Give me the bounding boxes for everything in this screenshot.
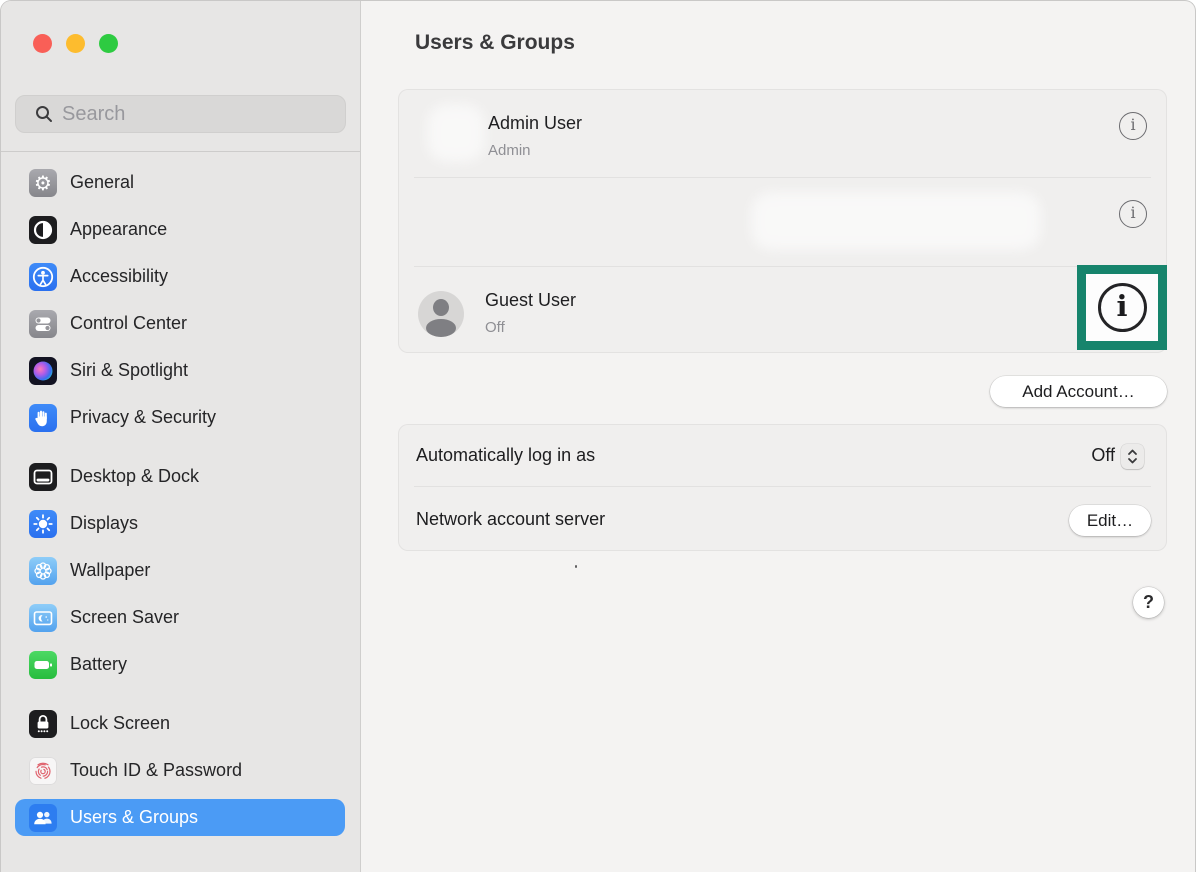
sidebar-divider: [1, 151, 360, 152]
sidebar-item-label: Desktop & Dock: [70, 466, 199, 487]
sidebar-item-general[interactable]: ⚙ General: [15, 164, 345, 201]
siri-orb-icon: [29, 357, 57, 385]
lock-icon: [29, 710, 57, 738]
sidebar: ⚙ General Appearance: [1, 1, 361, 872]
user-role: Admin: [488, 142, 531, 159]
avatar-head: [433, 299, 449, 316]
sidebar-item-label: Screen Saver: [70, 607, 179, 628]
redacted-content: [751, 192, 1041, 250]
two-users-icon: [29, 804, 57, 832]
user-name: Guest User: [485, 290, 576, 311]
help-button[interactable]: ?: [1133, 587, 1164, 618]
row-divider: [414, 486, 1151, 487]
sidebar-item-label: Touch ID & Password: [70, 760, 242, 781]
sidebar-item-displays[interactable]: Displays: [15, 505, 345, 542]
sidebar-item-label: General: [70, 172, 134, 193]
sidebar-item-appearance[interactable]: Appearance: [15, 211, 345, 248]
sidebar-item-wallpaper[interactable]: Wallpaper: [15, 552, 345, 589]
auto-login-stepper[interactable]: [1121, 444, 1144, 469]
system-settings-window: ⚙ General Appearance: [0, 0, 1196, 872]
sidebar-item-label: Control Center: [70, 313, 187, 334]
setting-label: Automatically log in as: [416, 445, 595, 466]
annotation-highlight-box: i: [1077, 265, 1167, 350]
login-settings-card: Automatically log in as Off Network acco…: [398, 424, 1167, 551]
appearance-icon: [29, 216, 57, 244]
hand-icon: [29, 404, 57, 432]
minimize-button[interactable]: [66, 34, 85, 53]
search-input[interactable]: [62, 103, 335, 126]
info-icon: i: [1130, 205, 1135, 221]
close-button[interactable]: [33, 34, 52, 53]
sidebar-item-screen-saver[interactable]: Screen Saver: [15, 599, 345, 636]
window-controls: [33, 34, 118, 53]
info-icon: i: [1116, 289, 1127, 323]
sidebar-item-privacy-security[interactable]: Privacy & Security: [15, 399, 345, 436]
sidebar-item-label: Battery: [70, 654, 127, 675]
setting-label: Network account server: [416, 509, 605, 530]
search-icon: [34, 104, 54, 124]
avatar-shoulders: [426, 319, 456, 337]
sidebar-item-battery[interactable]: Battery: [15, 646, 345, 683]
sidebar-item-label: Siri & Spotlight: [70, 360, 188, 381]
toggles-icon: [29, 310, 57, 338]
sidebar-item-label: Users & Groups: [70, 807, 198, 828]
chevron-up-down-icon: [1126, 448, 1139, 465]
info-icon: i: [1130, 117, 1135, 133]
auto-login-value: Off: [1091, 445, 1115, 466]
user-name: Admin User: [488, 113, 582, 134]
fingerprint-icon: [29, 757, 57, 785]
sun-icon: [29, 510, 57, 538]
sidebar-item-label: Appearance: [70, 219, 167, 240]
sidebar-item-label: Privacy & Security: [70, 407, 216, 428]
gear-icon: ⚙: [29, 169, 57, 197]
page-title: Users & Groups: [415, 31, 575, 55]
flower-icon: [29, 557, 57, 585]
sidebar-item-desktop-dock[interactable]: Desktop & Dock: [15, 458, 345, 495]
stray-dot: [575, 565, 577, 568]
add-account-button[interactable]: Add Account…: [990, 376, 1167, 407]
sidebar-item-label: Wallpaper: [70, 560, 150, 581]
guest-avatar: [418, 291, 464, 337]
info-button-admin[interactable]: i: [1119, 112, 1147, 140]
sidebar-item-siri-spotlight[interactable]: Siri & Spotlight: [15, 352, 345, 389]
sidebar-item-lock-screen[interactable]: Lock Screen: [15, 705, 345, 742]
info-button-redacted-user[interactable]: i: [1119, 200, 1147, 228]
accessibility-icon: [29, 263, 57, 291]
row-divider: [414, 177, 1151, 178]
sidebar-nav: ⚙ General Appearance: [1, 164, 360, 846]
sidebar-item-control-center[interactable]: Control Center: [15, 305, 345, 342]
sidebar-item-label: Lock Screen: [70, 713, 170, 734]
sidebar-item-label: Displays: [70, 513, 138, 534]
battery-icon: [29, 651, 57, 679]
screensaver-icon: [29, 604, 57, 632]
zoom-button[interactable]: [99, 34, 118, 53]
search-field[interactable]: [15, 95, 346, 133]
sidebar-item-users-groups[interactable]: Users & Groups: [15, 799, 345, 836]
edit-button[interactable]: Edit…: [1069, 505, 1151, 536]
question-mark-icon: ?: [1143, 592, 1154, 613]
redacted-avatar: [427, 104, 485, 162]
main-panel: Users & Groups Admin User Admin i i: [361, 1, 1195, 872]
sidebar-item-accessibility[interactable]: Accessibility: [15, 258, 345, 295]
info-button-guest[interactable]: i: [1098, 283, 1147, 332]
users-list-card: Admin User Admin i i: [398, 89, 1167, 353]
sidebar-item-touch-id[interactable]: Touch ID & Password: [15, 752, 345, 789]
user-status: Off: [485, 319, 505, 336]
desktop-dock-icon: [29, 463, 57, 491]
sidebar-item-label: Accessibility: [70, 266, 168, 287]
row-divider: [414, 266, 1151, 267]
